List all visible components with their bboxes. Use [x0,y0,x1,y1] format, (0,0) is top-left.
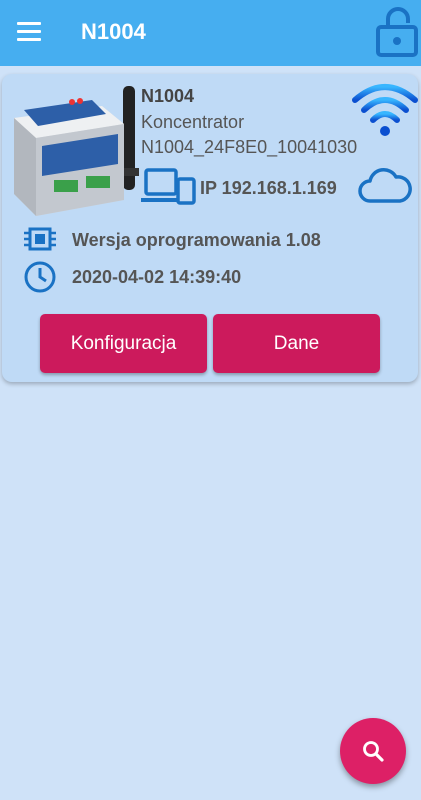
device-card[interactable]: N1004 Koncentrator N1004_24F8E0_10041030… [2,74,418,382]
app-bar: N1004 [0,0,421,66]
data-button[interactable]: Dane [213,314,380,373]
chip-icon [24,227,56,251]
search-button[interactable] [340,718,406,784]
wifi-icon [352,84,418,136]
device-datetime: 2020-04-02 14:39:40 [72,267,242,287]
page-title: N1004 [81,19,146,44]
devices-icon [141,168,196,205]
search-icon [363,741,384,762]
ip-address: IP 192.168.1.169 [200,178,337,198]
clock-icon [24,261,56,293]
device-id: N1004_24F8E0_10041030 [141,137,358,157]
menu-icon[interactable] [17,22,41,42]
cloud-icon [358,168,412,203]
device-name: N1004 [141,86,195,106]
device-image [14,86,139,216]
device-type: Koncentrator [141,112,245,132]
config-button[interactable]: Konfiguracja [40,314,207,373]
firmware-version: Wersja oprogramowania 1.08 [72,230,321,250]
lock-open-icon[interactable] [375,5,419,57]
